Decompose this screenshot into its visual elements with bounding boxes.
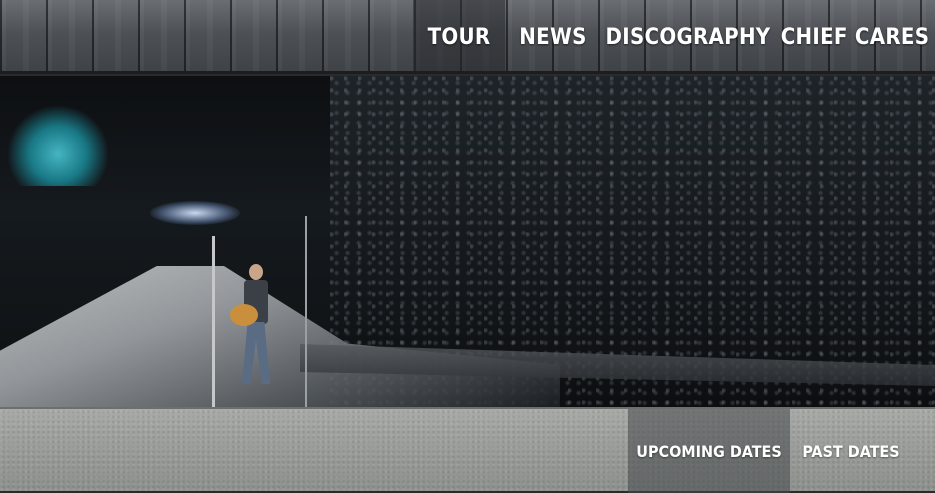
subnav-past-dates[interactable]: PAST DATES	[790, 409, 912, 493]
tour-dates-subnav-bar: UPCOMING DATES PAST DATES	[0, 407, 935, 493]
mic-stand	[305, 216, 307, 407]
top-navigation-bar: TOUR NEWS DISCOGRAPHY CHIEF CARES	[0, 0, 935, 74]
stage-spotlight	[150, 201, 240, 225]
nav-tour[interactable]: TOUR	[413, 0, 505, 74]
nav-news[interactable]: NEWS	[505, 0, 601, 74]
performer-figure	[230, 264, 276, 394]
performer-legs	[242, 322, 270, 384]
drum-kit-lights	[8, 106, 108, 186]
performer-head	[249, 264, 263, 280]
subnav-upcoming-dates[interactable]: UPCOMING DATES	[628, 409, 790, 493]
nav-discography[interactable]: DISCOGRAPHY	[601, 0, 775, 74]
main-nav: TOUR NEWS DISCOGRAPHY CHIEF CARES	[413, 0, 935, 74]
mic-stand	[212, 236, 215, 407]
tour-subnav: UPCOMING DATES PAST DATES	[628, 409, 935, 493]
guitar-icon	[230, 304, 258, 326]
nav-chief-cares[interactable]: CHIEF CARES	[775, 0, 935, 74]
concert-hero-image	[0, 76, 935, 407]
